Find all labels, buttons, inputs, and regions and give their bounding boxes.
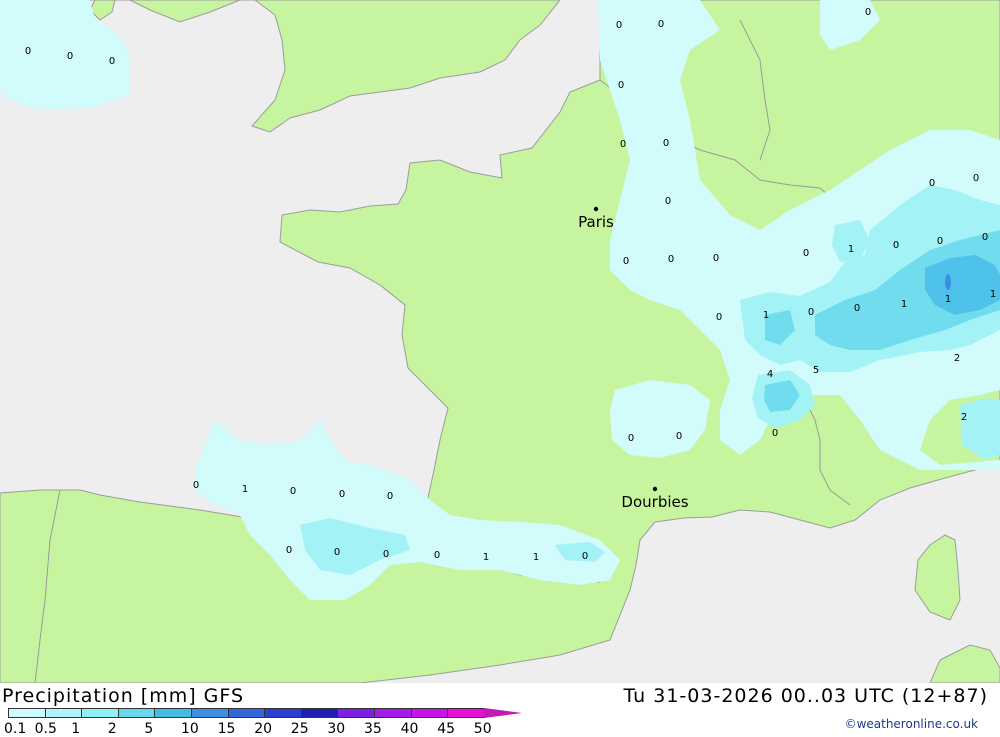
legend-swatch — [154, 708, 192, 718]
legend-arrow — [483, 708, 522, 718]
legend-label: 30 — [327, 721, 346, 737]
city-marker — [593, 206, 599, 212]
value-label: 2 — [961, 412, 967, 423]
value-label: 0 — [582, 551, 588, 562]
value-label: 1 — [763, 310, 769, 321]
credit-link[interactable]: ©weatheronline.co.uk — [845, 717, 978, 731]
value-label: 2 — [954, 353, 960, 364]
value-label: 0 — [67, 51, 73, 62]
value-label: 0 — [334, 547, 340, 558]
legend-label: 5 — [144, 721, 154, 737]
value-label: 5 — [813, 365, 819, 376]
value-label: 0 — [623, 256, 629, 267]
value-label: 0 — [808, 307, 814, 318]
legend-swatch — [81, 708, 119, 718]
valid-time: Tu 31-03-2026 00..03 UTC (12+87) — [623, 685, 988, 707]
legend-swatch — [117, 708, 156, 718]
value-label: 0 — [668, 254, 674, 265]
city-label: Dourbies — [621, 493, 688, 511]
legend-swatch — [264, 708, 302, 718]
legend-swatch — [44, 708, 83, 718]
value-label: 1 — [533, 552, 539, 563]
city-marker — [652, 486, 658, 492]
value-label: 0 — [893, 240, 899, 251]
legend-swatch — [374, 708, 412, 718]
legend-swatch — [8, 708, 46, 718]
value-label: 0 — [628, 433, 634, 444]
value-label: 0 — [383, 549, 389, 560]
value-label: 0 — [620, 139, 626, 150]
legend-label: 15 — [217, 721, 236, 737]
value-label: 0 — [434, 550, 440, 561]
legend-swatch — [447, 708, 485, 718]
legend-label: 0.1 — [4, 721, 27, 737]
precipitation-map: 0 0 0 0 0 0 0 0 0 0 0 0 0 1 0 0 0 0 0 0 0 1 0 0 1 1 1 2 4 5 2 0 0 0 0 1 0 0 0 0… — [0, 0, 1000, 683]
value-label: 0 — [663, 138, 669, 149]
map-title: Precipitation [mm] GFS — [2, 685, 245, 707]
value-label: 1 — [945, 294, 951, 305]
legend-label: 1 — [71, 721, 81, 737]
value-label: 0 — [772, 428, 778, 439]
value-label: 0 — [387, 491, 393, 502]
value-label: 0 — [286, 545, 292, 556]
value-label: 1 — [901, 299, 907, 310]
value-label: 1 — [990, 289, 996, 300]
legend-label: 45 — [437, 721, 456, 737]
value-label: 0 — [290, 486, 296, 497]
legend-label: 50 — [473, 721, 492, 737]
value-label: 1 — [483, 552, 489, 563]
legend-label: 10 — [181, 721, 199, 737]
legend-swatch — [300, 708, 339, 718]
value-label: 0 — [716, 312, 722, 323]
legend-label: 40 — [400, 721, 419, 737]
value-label: 0 — [982, 232, 988, 243]
legend-swatch — [227, 708, 266, 718]
legend-swatch — [410, 708, 449, 718]
footer: Precipitation [mm] GFS Tu 31-03-2026 00.… — [0, 683, 1000, 737]
value-label: 0 — [676, 431, 682, 442]
value-label: 0 — [713, 253, 719, 264]
legend-label: 2 — [107, 721, 117, 737]
value-label: 0 — [973, 173, 979, 184]
value-label: 0 — [618, 80, 624, 91]
legend-label: 0.5 — [34, 721, 57, 737]
value-label: 4 — [767, 369, 773, 380]
legend-label: 35 — [364, 721, 382, 737]
legend-label: 25 — [290, 721, 309, 737]
legend-swatch — [191, 708, 229, 718]
value-label: 0 — [109, 56, 115, 67]
value-label: 0 — [854, 303, 860, 314]
value-label: 1 — [848, 244, 854, 255]
value-label: 0 — [937, 236, 943, 247]
legend-swatch — [337, 708, 375, 718]
value-label: 0 — [803, 248, 809, 259]
value-label: 0 — [193, 480, 199, 491]
value-label: 0 — [665, 196, 671, 207]
value-label: 0 — [25, 46, 31, 57]
city-label: Paris — [578, 213, 614, 231]
legend-label: 20 — [254, 721, 273, 737]
value-label: 0 — [929, 178, 935, 189]
value-label: 1 — [242, 484, 248, 495]
value-label: 0 — [339, 489, 345, 500]
value-label: 0 — [616, 20, 622, 31]
value-label: 0 — [658, 19, 664, 30]
value-label: 0 — [865, 7, 871, 18]
